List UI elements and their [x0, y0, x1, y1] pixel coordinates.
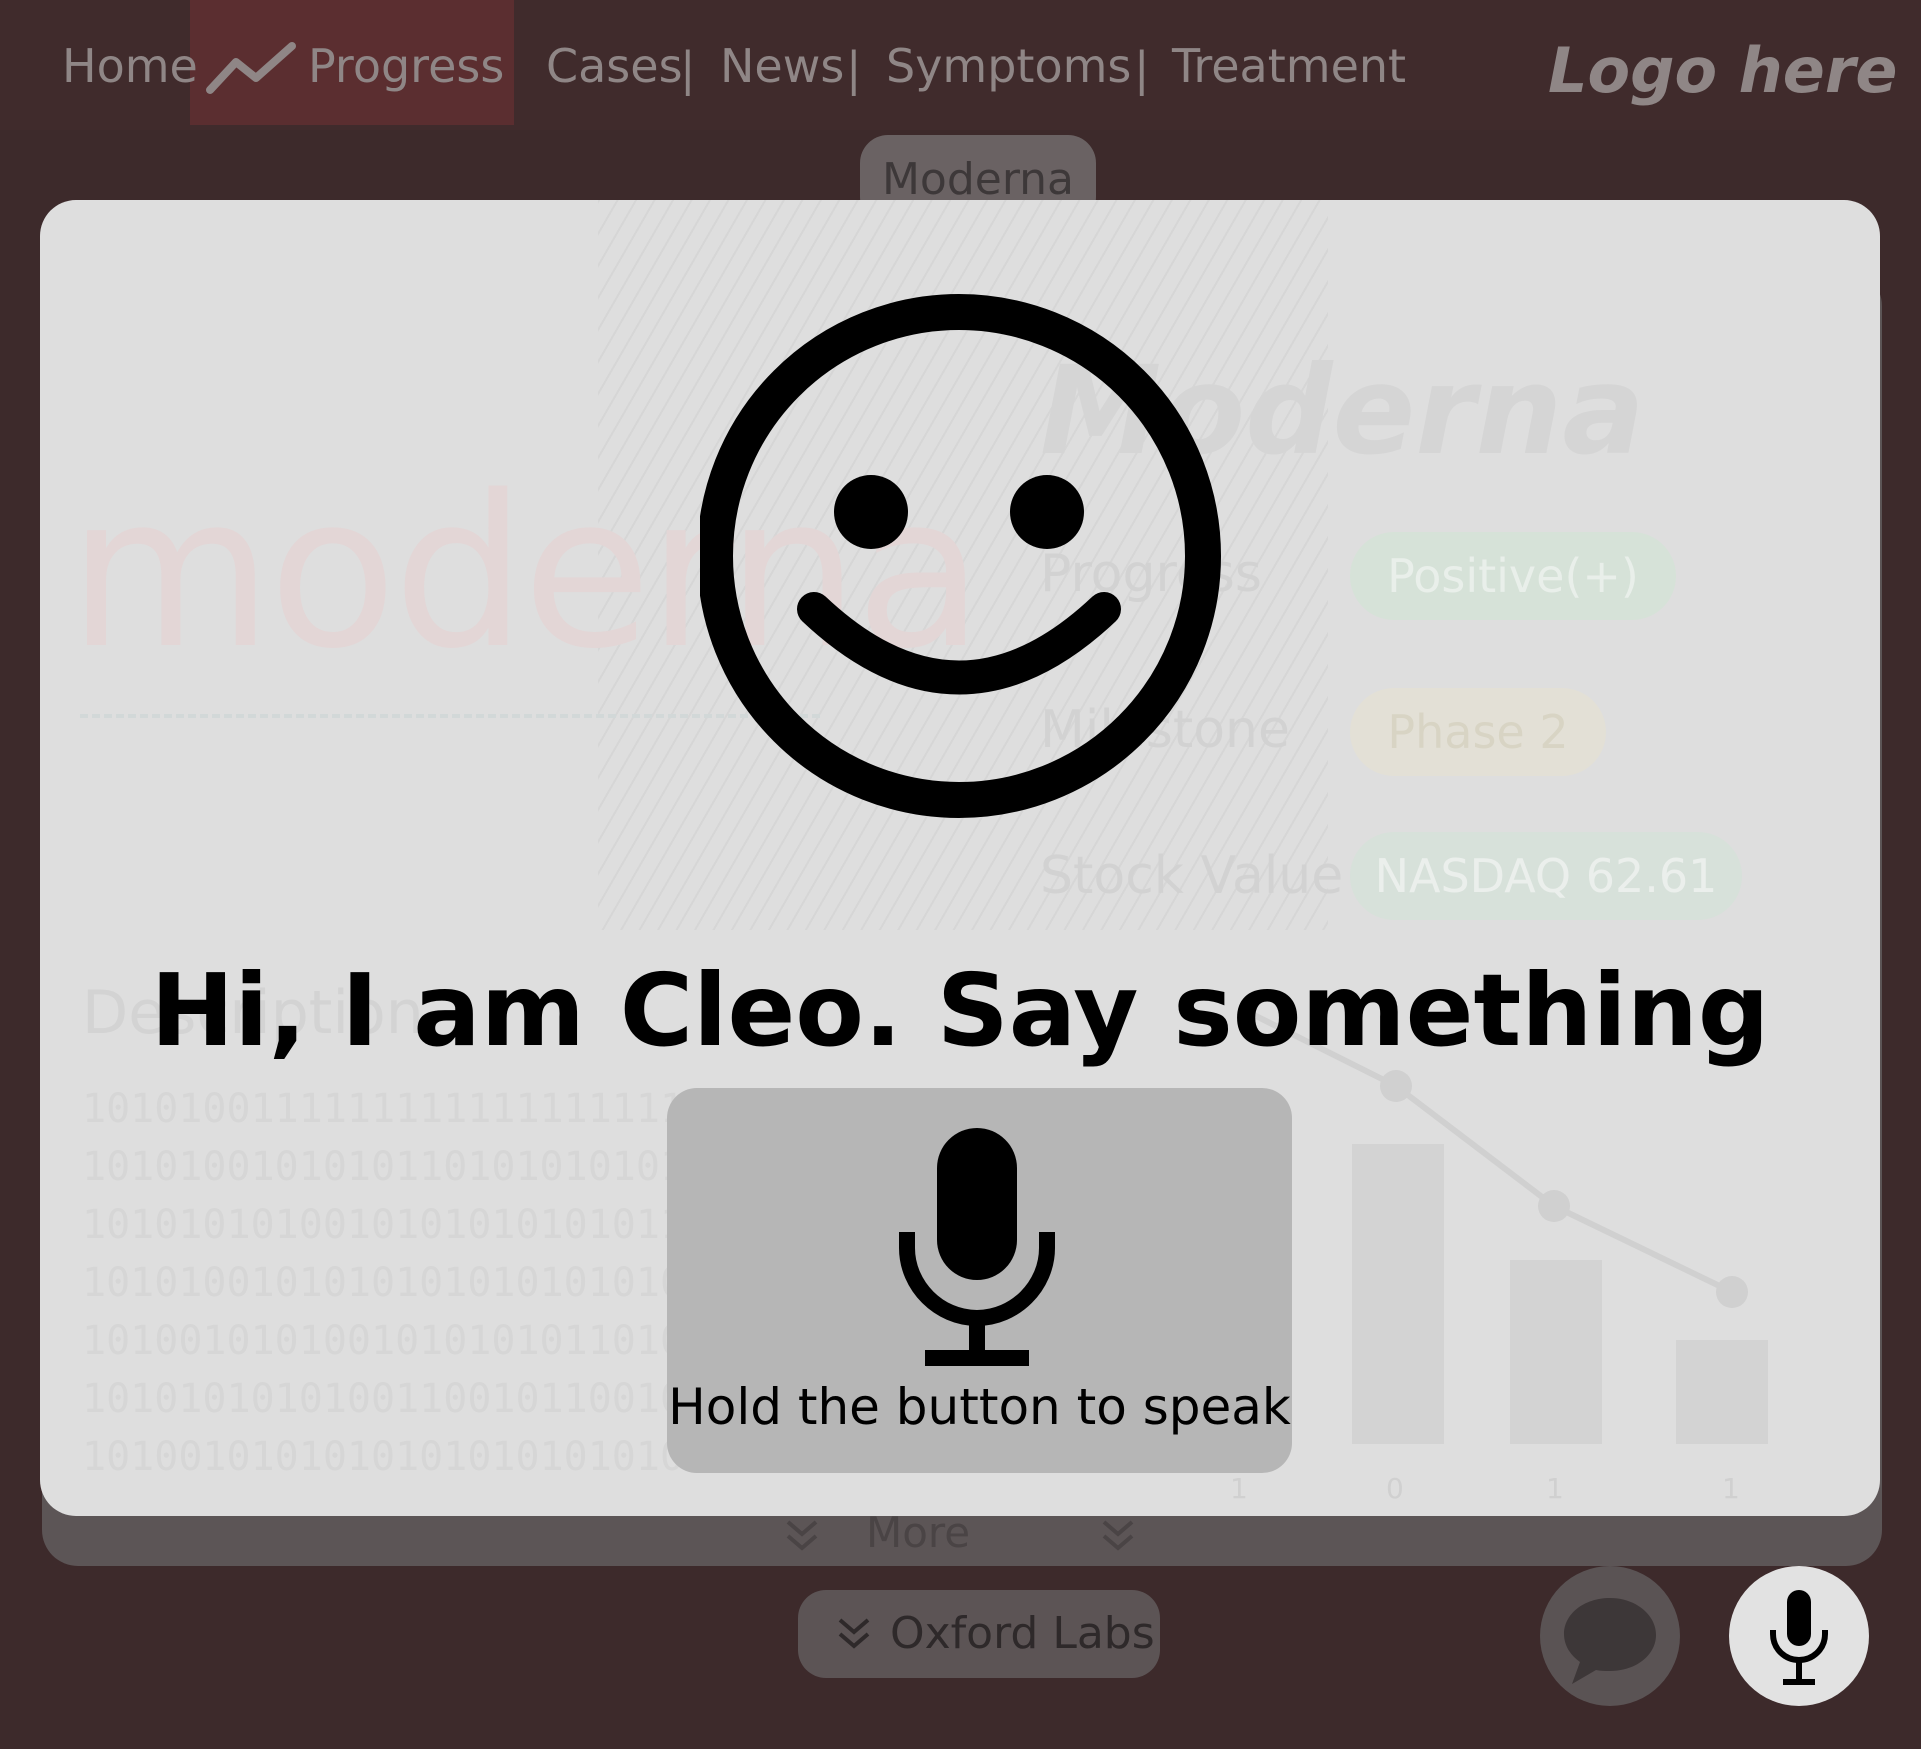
- nav-symptoms[interactable]: Symptoms: [886, 36, 1131, 96]
- nav-separator: |: [680, 42, 696, 96]
- nav-treatment[interactable]: Treatment: [1172, 36, 1406, 96]
- nav-home[interactable]: Home: [62, 36, 198, 96]
- nav-separator: |: [846, 42, 862, 96]
- chart-axis-label: 0: [1386, 1472, 1404, 1505]
- nav-progress-label: Progress: [308, 39, 505, 93]
- nav-progress[interactable]: Progress: [206, 36, 504, 96]
- chart-axis-label: 1: [1230, 1472, 1248, 1505]
- microphone-icon: [899, 1128, 1055, 1366]
- mic-fab-button[interactable]: [1729, 1566, 1869, 1706]
- microphone-icon: [1770, 1590, 1828, 1685]
- assistant-modal: moderna Moderna Progress Positive(+) Mil…: [40, 200, 1880, 1516]
- oxford-labs-label: Oxford Labs: [890, 1608, 1155, 1659]
- hold-to-speak-button[interactable]: Hold the button to speak: [667, 1088, 1292, 1473]
- double-chevron-down-icon: [786, 1520, 818, 1551]
- nav-separator: |: [1134, 42, 1150, 96]
- nav-news[interactable]: News: [720, 36, 844, 96]
- double-chevron-down-icon: [838, 1618, 870, 1649]
- trend-line-icon: [206, 41, 296, 94]
- chart-axis-label: 1: [1546, 1472, 1564, 1505]
- double-chevron-down-icon: [1102, 1520, 1134, 1551]
- hold-to-speak-label: Hold the button to speak: [668, 1378, 1291, 1436]
- chat-button[interactable]: [1540, 1566, 1680, 1706]
- top-nav: Home Progress Cases | News | Symptoms | …: [0, 0, 1921, 130]
- chat-bubble-icon: [1564, 1598, 1656, 1684]
- assistant-greeting: Hi, I am Cleo. Say something: [150, 952, 1770, 1069]
- oxford-labs-tab[interactable]: Oxford Labs: [798, 1590, 1160, 1678]
- logo: Logo here: [1548, 34, 1898, 107]
- smiley-face-icon: [700, 294, 1221, 818]
- chart-axis-label: 1: [1722, 1472, 1740, 1505]
- nav-cases[interactable]: Cases: [546, 36, 683, 96]
